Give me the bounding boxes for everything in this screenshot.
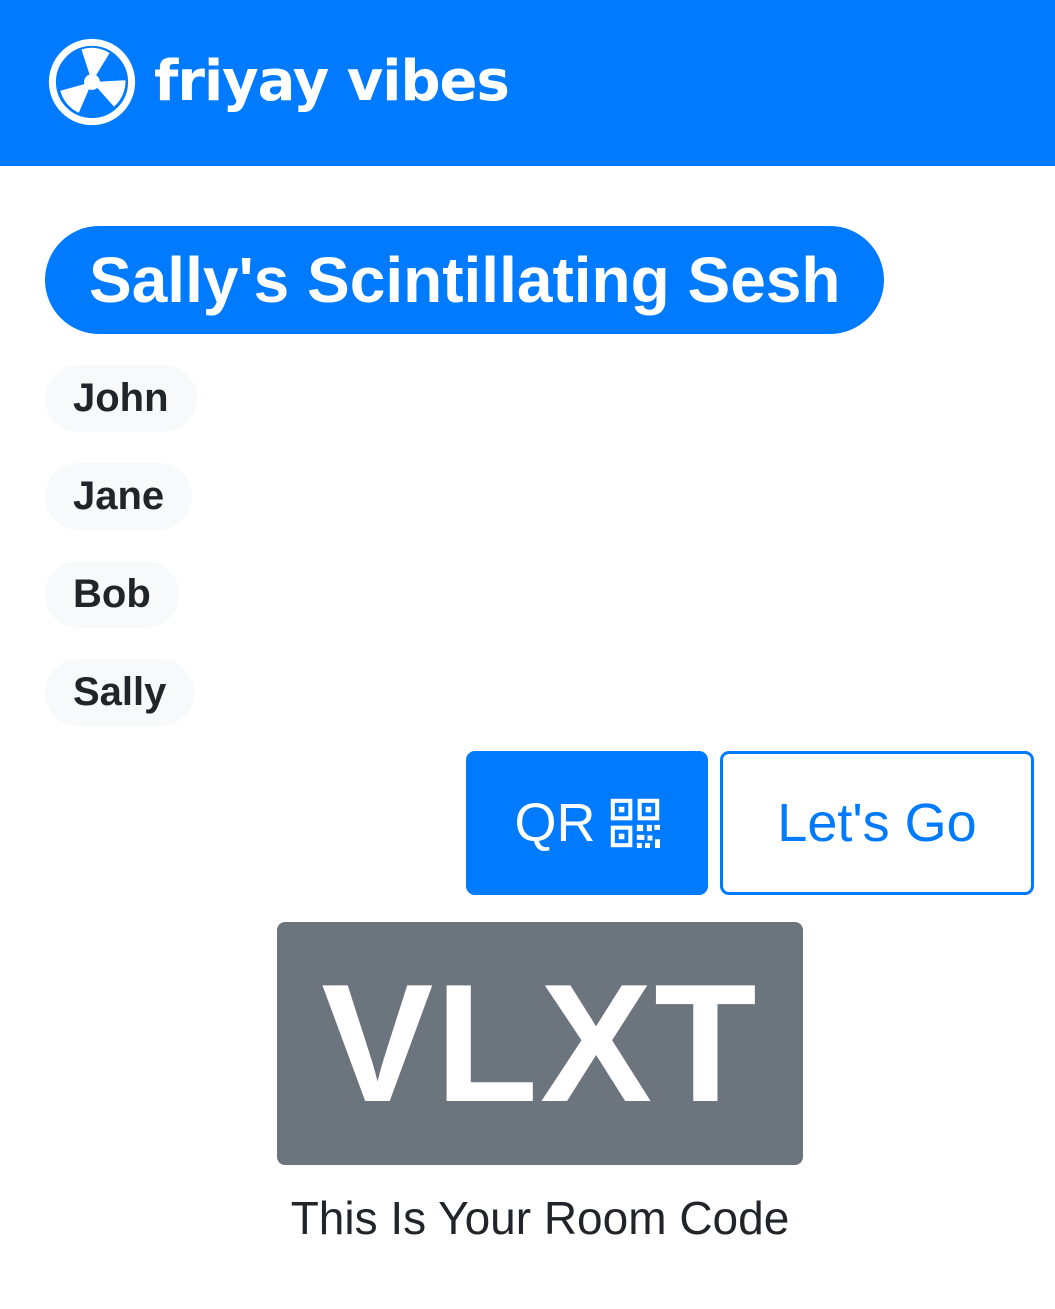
player-badge: John (45, 365, 197, 432)
qr-button-label: QR (514, 793, 596, 853)
room-code-badge: VLXT (277, 922, 803, 1165)
top-navbar: friyay vibes (0, 0, 1055, 166)
player-badge: Jane (45, 463, 193, 530)
player-badge: Bob (45, 561, 179, 628)
brand-link[interactable]: friyay vibes (48, 38, 510, 126)
lets-go-button[interactable]: Let's Go (720, 751, 1034, 895)
fan-icon (48, 38, 136, 126)
player-badge: Sally (45, 659, 195, 726)
session-title: Sally's Scintillating Sesh (45, 226, 885, 334)
brand-name: friyay vibes (154, 49, 510, 114)
player-list: John Jane Bob Sally (45, 365, 197, 757)
room-code-caption: This Is Your Room Code (290, 1192, 790, 1244)
qr-button[interactable]: QR (466, 751, 708, 895)
qr-code-icon (610, 798, 660, 848)
